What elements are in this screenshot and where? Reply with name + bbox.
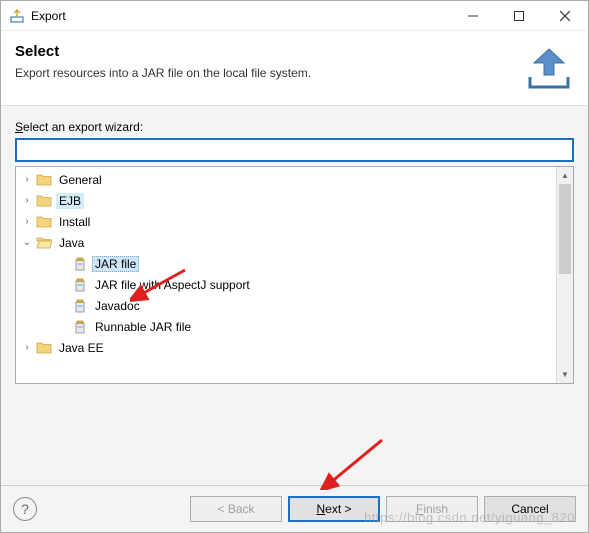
tree-item-label: EJB: [56, 193, 84, 209]
jar-icon: [72, 319, 88, 335]
chevron-right-icon[interactable]: ›: [20, 173, 34, 187]
expander-empty: [56, 278, 70, 292]
tree-item-label: Javadoc: [92, 298, 143, 314]
finish-button: Finish: [386, 496, 478, 522]
titlebar: Export: [1, 1, 588, 31]
back-button: < Back: [190, 496, 282, 522]
tree-item-label: General: [56, 172, 105, 188]
button-bar: ? < Back Next > Finish Cancel: [1, 486, 588, 532]
scroll-up-icon[interactable]: ▲: [557, 167, 573, 184]
next-button[interactable]: Next >: [288, 496, 380, 522]
tree-item[interactable]: › Install: [16, 211, 556, 232]
expander-empty: [56, 257, 70, 271]
jar-icon: [72, 256, 88, 272]
folder-icon: [36, 193, 52, 209]
page-description: Export resources into a JAR file on the …: [15, 66, 514, 80]
tree-scrollbar[interactable]: ▲ ▼: [556, 167, 573, 383]
minimize-button[interactable]: [450, 1, 496, 31]
content-area: Select an export wizard: › General › EJB › In…: [1, 106, 588, 485]
tree-item[interactable]: Javadoc: [16, 295, 556, 316]
export-icon: [9, 8, 25, 24]
jar-icon: [72, 298, 88, 314]
scroll-thumb[interactable]: [559, 184, 571, 274]
window-title: Export: [31, 9, 450, 23]
expander-empty: [56, 299, 70, 313]
scroll-down-icon[interactable]: ▼: [557, 366, 573, 383]
folder-icon: [36, 235, 52, 251]
chevron-right-icon[interactable]: ›: [20, 194, 34, 208]
tree-item-label: Java EE: [56, 340, 107, 356]
tree-item[interactable]: ⌄ Java: [16, 232, 556, 253]
wizard-select-label: Select an export wizard:: [15, 120, 574, 134]
tree-item[interactable]: Runnable JAR file: [16, 316, 556, 337]
expander-empty: [56, 320, 70, 334]
maximize-button[interactable]: [496, 1, 542, 31]
tree-item[interactable]: › EJB: [16, 190, 556, 211]
wizard-tree: › General › EJB › Install ⌄ Java JAR file JAR fil…: [15, 166, 574, 384]
folder-icon: [36, 340, 52, 356]
page-title: Select: [15, 43, 514, 60]
help-button[interactable]: ?: [13, 497, 37, 521]
chevron-right-icon[interactable]: ›: [20, 215, 34, 229]
dialog-header: Select Export resources into a JAR file …: [1, 31, 588, 106]
wizard-filter-input[interactable]: [15, 138, 574, 162]
tree-item-label: JAR file: [92, 256, 139, 272]
tree-item-label: Runnable JAR file: [92, 319, 194, 335]
tree-item-label: Install: [56, 214, 93, 230]
export-banner-icon: [524, 43, 574, 93]
folder-icon: [36, 214, 52, 230]
tree-item[interactable]: JAR file with AspectJ support: [16, 274, 556, 295]
jar-icon: [72, 277, 88, 293]
close-button[interactable]: [542, 1, 588, 31]
tree-item-label: Java: [56, 235, 87, 251]
export-dialog: Export Select Export resources into a JA…: [0, 0, 589, 533]
tree-item[interactable]: JAR file: [16, 253, 556, 274]
tree-item[interactable]: › General: [16, 169, 556, 190]
chevron-down-icon[interactable]: ⌄: [20, 236, 34, 250]
folder-icon: [36, 172, 52, 188]
tree-item[interactable]: › Java EE: [16, 337, 556, 358]
chevron-right-icon[interactable]: ›: [20, 341, 34, 355]
cancel-button[interactable]: Cancel: [484, 496, 576, 522]
tree-item-label: JAR file with AspectJ support: [92, 277, 253, 293]
